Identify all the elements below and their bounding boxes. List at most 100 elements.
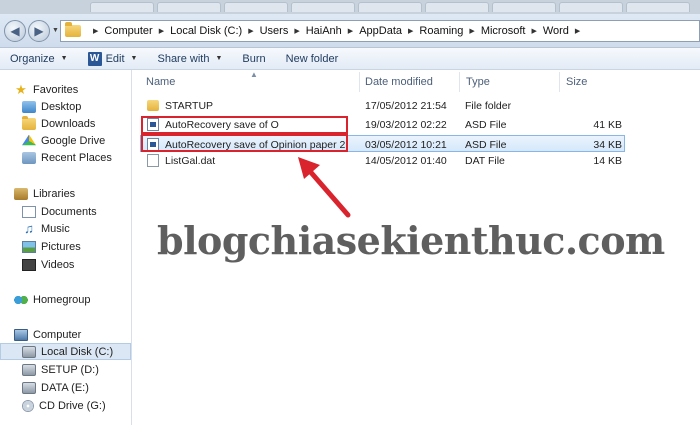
column-header-name[interactable]: Name <box>146 70 358 94</box>
sidebar-item-computer[interactable]: Computer <box>0 326 131 343</box>
breadcrumb-word[interactable]: Word <box>543 25 569 37</box>
recent-pages-dropdown[interactable]: ▼ <box>52 27 59 34</box>
breadcrumb-appdata[interactable]: AppData <box>359 25 402 37</box>
organize-button[interactable]: Organize ▼ <box>0 48 78 70</box>
share-label: Share with <box>157 52 210 65</box>
sidebar-item-label: Downloads <box>41 117 96 130</box>
column-header-type[interactable]: Type <box>466 70 556 94</box>
sidebar-item-label: Libraries <box>33 187 76 200</box>
sidebar-item-local-disk[interactable]: Local Disk (C:) <box>0 343 131 360</box>
sidebar-item-documents[interactable]: Documents <box>0 203 131 220</box>
share-with-button[interactable]: Share with ▼ <box>147 48 232 70</box>
homegroup-icon <box>14 293 28 306</box>
sidebar-item-music[interactable]: ♫ Music <box>0 220 131 237</box>
libraries-icon <box>14 187 28 200</box>
sidebar-item-libraries[interactable]: Libraries <box>0 185 131 202</box>
breadcrumb-computer[interactable]: Computer <box>104 25 152 37</box>
sidebar-item-label: Homegroup <box>33 293 91 306</box>
chevron-right-icon[interactable]: ▶ <box>248 27 253 35</box>
breadcrumb: ▶ Computer ▶ Local Disk (C:) ▶ Users ▶ H… <box>87 25 586 37</box>
sidebar-item-label: Documents <box>41 205 97 218</box>
file-size: 34 KB <box>593 138 622 151</box>
sidebar-item-recent-places[interactable]: Recent Places <box>0 149 131 166</box>
sidebar-item-google-drive[interactable]: Google Drive <box>0 132 131 149</box>
file-name: STARTUP <box>165 99 214 112</box>
desktop-icon <box>22 100 36 113</box>
downloads-icon <box>22 115 36 130</box>
column-divider[interactable] <box>459 72 460 92</box>
word-icon: W <box>87 51 102 66</box>
breadcrumb-haianh[interactable]: HaiAnh <box>306 25 342 37</box>
column-header-date[interactable]: Date modified <box>365 70 457 94</box>
edit-button[interactable]: W Edit ▼ <box>78 48 148 70</box>
file-type: DAT File <box>465 154 505 167</box>
file-name: ListGal.dat <box>165 154 216 167</box>
breadcrumb-microsoft[interactable]: Microsoft <box>481 25 526 37</box>
organize-label: Organize <box>10 52 55 65</box>
sidebar-item-videos[interactable]: Videos <box>0 256 131 273</box>
forward-button[interactable]: ▶ <box>28 20 50 42</box>
address-bar[interactable]: ▶ Computer ▶ Local Disk (C:) ▶ Users ▶ H… <box>60 20 700 42</box>
sidebar-item-label: Google Drive <box>41 134 106 147</box>
breadcrumb-users[interactable]: Users <box>260 25 289 37</box>
command-bar: Organize ▼ W Edit ▼ Share with ▼ Burn Ne… <box>0 48 700 70</box>
sidebar-item-label: Videos <box>41 258 75 271</box>
file-row[interactable]: ListGal.dat 14/05/2012 01:40 DAT File 14… <box>140 152 625 169</box>
file-date: 14/05/2012 01:40 <box>365 154 447 167</box>
file-date: 03/05/2012 10:21 <box>365 138 447 151</box>
chevron-right-icon[interactable]: ▶ <box>531 27 536 35</box>
sidebar-item-homegroup[interactable]: Homegroup <box>0 291 131 308</box>
file-row[interactable]: STARTUP 17/05/2012 21:54 File folder <box>140 97 625 114</box>
breadcrumb-roaming[interactable]: Roaming <box>419 25 463 37</box>
chevron-right-icon[interactable]: ▶ <box>408 27 413 35</box>
chevron-right-icon[interactable]: ▶ <box>348 27 353 35</box>
taskbar-strip <box>0 0 700 14</box>
sidebar-item-label: CD Drive (G:) <box>39 399 106 412</box>
sidebar-item-label: DATA (E:) <box>41 381 89 394</box>
chevron-right-icon[interactable]: ▶ <box>159 27 164 35</box>
arrow-right-icon: ▶ <box>34 24 44 38</box>
column-header-size[interactable]: Size <box>566 70 626 94</box>
chevron-right-icon[interactable]: ▶ <box>294 27 299 35</box>
cd-icon <box>22 399 34 412</box>
sidebar-item-cd-drive[interactable]: CD Drive (G:) <box>0 397 131 414</box>
highlight-box <box>141 116 348 134</box>
sidebar-item-pictures[interactable]: Pictures <box>0 238 131 255</box>
watermark: blogchiasekienthuc.com <box>157 218 665 263</box>
sidebar-item-label: SETUP (D:) <box>41 363 99 376</box>
burn-button[interactable]: Burn <box>232 48 275 70</box>
column-divider[interactable] <box>359 72 360 92</box>
chevron-right-icon[interactable]: ▶ <box>469 27 474 35</box>
sidebar-item-favorites[interactable]: ★ Favorites <box>0 81 131 98</box>
file-date: 19/03/2012 02:22 <box>365 118 447 131</box>
star-icon: ★ <box>15 81 27 97</box>
file-name-cell: STARTUP <box>147 98 213 113</box>
column-label: Type <box>466 76 490 88</box>
chevron-down-icon: ▼ <box>215 55 223 62</box>
edit-label: Edit <box>105 52 125 65</box>
computer-icon <box>14 328 28 341</box>
sidebar-item-data[interactable]: DATA (E:) <box>0 379 131 396</box>
file-size <box>562 98 622 113</box>
breadcrumb-local-disk[interactable]: Local Disk (C:) <box>170 25 242 37</box>
sidebar-item-desktop[interactable]: Desktop <box>0 98 131 115</box>
back-button[interactable]: ◀ <box>4 20 26 42</box>
google-drive-icon <box>22 134 36 146</box>
file-name-cell: ListGal.dat <box>147 153 215 168</box>
sidebar-item-label: Pictures <box>41 240 81 253</box>
sidebar-item-downloads[interactable]: Downloads <box>0 115 131 132</box>
chevron-right-icon[interactable]: ▶ <box>93 27 98 35</box>
folder-icon <box>65 22 81 37</box>
background-tabs <box>90 2 690 12</box>
sidebar-item-setup[interactable]: SETUP (D:) <box>0 361 131 378</box>
chevron-right-icon[interactable]: ▶ <box>575 27 580 35</box>
sidebar-item-label: Music <box>41 222 70 235</box>
new-folder-button[interactable]: New folder <box>276 48 349 70</box>
file-size: 41 KB <box>593 118 622 131</box>
hard-drive-icon <box>22 345 36 358</box>
column-divider[interactable] <box>559 72 560 92</box>
red-arrow-icon <box>298 157 351 218</box>
sidebar-item-label: Computer <box>33 328 82 341</box>
column-label: Date modified <box>365 76 433 88</box>
recent-places-icon <box>22 151 36 164</box>
